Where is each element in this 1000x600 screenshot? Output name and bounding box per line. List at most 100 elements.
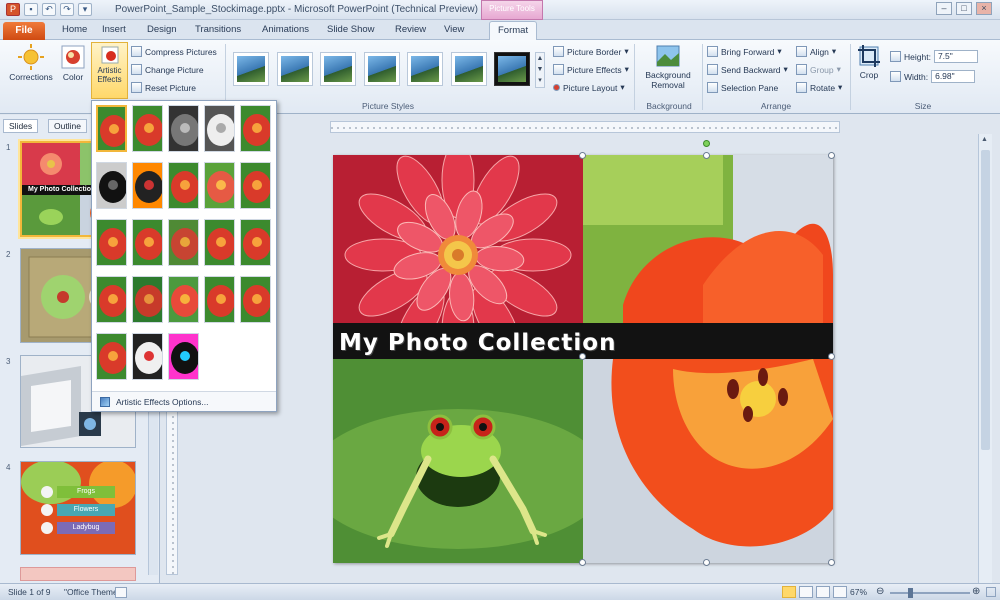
- editor-scrollbar[interactable]: ▲: [978, 134, 992, 583]
- resize-handle[interactable]: [579, 353, 586, 360]
- artistic-effect-thumbnail[interactable]: [168, 333, 199, 380]
- lily-photo-bottom[interactable]: [583, 359, 833, 563]
- reading-view-icon[interactable]: [816, 586, 830, 598]
- bring-forward-button[interactable]: Bring Forward ▾: [707, 46, 782, 57]
- scroll-thumb[interactable]: [981, 150, 990, 450]
- redo-icon[interactable]: ↷: [60, 3, 74, 16]
- undo-icon[interactable]: ↶: [42, 3, 56, 16]
- artistic-effect-thumbnail[interactable]: [240, 276, 271, 323]
- compress-pictures-button[interactable]: Compress Pictures: [131, 46, 217, 57]
- resize-handle[interactable]: [828, 152, 835, 159]
- artistic-effect-thumbnail[interactable]: [96, 219, 127, 266]
- artistic-effect-thumbnail[interactable]: [96, 333, 127, 380]
- minimize-button[interactable]: –: [936, 2, 952, 15]
- artistic-effect-thumbnail[interactable]: [96, 276, 127, 323]
- outline-tab[interactable]: Outline: [48, 119, 87, 133]
- artistic-effect-thumbnail[interactable]: [168, 162, 199, 209]
- artistic-effect-thumbnail[interactable]: [204, 276, 235, 323]
- artistic-effect-thumbnail[interactable]: [96, 162, 127, 209]
- align-button[interactable]: Align ▾: [796, 46, 836, 57]
- tab-design[interactable]: Design: [147, 24, 177, 35]
- artistic-effect-thumbnail[interactable]: [168, 219, 199, 266]
- picture-style-7[interactable]: [494, 52, 530, 86]
- normal-view-icon[interactable]: [782, 586, 796, 598]
- picture-layout-button[interactable]: Picture Layout ▾: [553, 82, 625, 93]
- artistic-effect-thumbnail[interactable]: [132, 219, 163, 266]
- width-input[interactable]: 6.98": [931, 70, 976, 83]
- tab-transitions[interactable]: Transitions: [195, 24, 241, 35]
- slide-thumbnail-5[interactable]: [20, 567, 136, 581]
- background-removal-button[interactable]: Background Removal: [639, 44, 697, 90]
- zoom-slider-thumb[interactable]: [908, 588, 913, 598]
- height-input[interactable]: 7.5": [933, 50, 978, 63]
- corrections-button[interactable]: Corrections: [6, 44, 56, 82]
- maximize-button[interactable]: □: [956, 2, 972, 15]
- resize-handle[interactable]: [703, 559, 710, 566]
- artistic-effect-thumbnail[interactable]: [168, 105, 199, 152]
- tab-home[interactable]: Home: [62, 24, 87, 35]
- artistic-effect-thumbnail[interactable]: [204, 105, 235, 152]
- tab-view[interactable]: View: [444, 24, 464, 35]
- artistic-effect-thumbnail[interactable]: [132, 105, 163, 152]
- app-icon[interactable]: P: [6, 3, 20, 16]
- styles-gallery-scroll[interactable]: ▲ ▼ ▾: [535, 52, 545, 88]
- picture-style-5[interactable]: [407, 52, 443, 86]
- resize-handle[interactable]: [828, 559, 835, 566]
- resize-handle[interactable]: [703, 152, 710, 159]
- spelling-icon[interactable]: [115, 587, 127, 598]
- resize-handle[interactable]: [828, 353, 835, 360]
- scroll-up-icon[interactable]: ▲: [981, 136, 990, 145]
- resize-handle[interactable]: [579, 559, 586, 566]
- artistic-effect-thumbnail[interactable]: [132, 276, 163, 323]
- tab-format[interactable]: Format: [489, 21, 538, 40]
- picture-border-button[interactable]: Picture Border ▾: [553, 46, 629, 57]
- artistic-effect-thumbnail[interactable]: [240, 219, 271, 266]
- rotate-button[interactable]: Rotate ▾: [796, 82, 842, 93]
- picture-style-3[interactable]: [320, 52, 356, 86]
- artistic-effect-thumbnail[interactable]: [204, 219, 235, 266]
- close-button[interactable]: ×: [976, 2, 992, 15]
- picture-effects-button[interactable]: Picture Effects ▾: [553, 64, 629, 75]
- slideshow-icon[interactable]: [833, 586, 847, 598]
- selection-pane-button[interactable]: Selection Pane: [707, 82, 778, 93]
- tab-review[interactable]: Review: [395, 24, 426, 35]
- artistic-effect-thumbnail[interactable]: [240, 105, 271, 152]
- color-button[interactable]: Color: [58, 44, 88, 82]
- save-icon[interactable]: ▪: [24, 3, 38, 16]
- width-label: Width:: [904, 71, 929, 82]
- slide-sorter-icon[interactable]: [799, 586, 813, 598]
- artistic-effects-button[interactable]: Artistic Effects: [91, 42, 128, 99]
- zoom-slider[interactable]: [890, 588, 970, 598]
- group-button[interactable]: Group ▾: [796, 64, 841, 75]
- tab-file[interactable]: File: [3, 22, 45, 40]
- artistic-effects-options[interactable]: Artistic Effects Options...: [92, 391, 276, 411]
- zoom-level[interactable]: 67%: [850, 587, 867, 597]
- tab-animations[interactable]: Animations: [262, 24, 309, 35]
- slides-tab[interactable]: Slides: [3, 119, 39, 133]
- tab-insert[interactable]: Insert: [102, 24, 126, 35]
- artistic-effect-thumbnail[interactable]: [168, 276, 199, 323]
- resize-handle[interactable]: [579, 152, 586, 159]
- slide-thumbnail-4[interactable]: Frogs Flowers Ladybug: [20, 461, 136, 555]
- picture-style-2[interactable]: [277, 52, 313, 86]
- zoom-in-icon[interactable]: ⊕: [972, 586, 980, 597]
- artistic-effect-thumbnail[interactable]: [96, 105, 127, 152]
- tab-slide-show[interactable]: Slide Show: [327, 24, 375, 35]
- customize-icon[interactable]: ▾: [78, 3, 92, 16]
- picture-style-1[interactable]: [233, 52, 269, 86]
- artistic-effect-thumbnail[interactable]: [204, 162, 235, 209]
- rotate-handle[interactable]: [703, 140, 710, 147]
- change-picture-button[interactable]: Change Picture: [131, 64, 204, 75]
- crop-button[interactable]: Crop: [854, 44, 884, 80]
- frog-photo[interactable]: [333, 359, 583, 563]
- picture-style-4[interactable]: [364, 52, 400, 86]
- artistic-effect-thumbnail[interactable]: [240, 162, 271, 209]
- picture-style-6[interactable]: [451, 52, 487, 86]
- fit-to-window-icon[interactable]: [986, 587, 996, 597]
- artistic-effect-thumbnail[interactable]: [132, 333, 163, 380]
- zoom-out-icon[interactable]: ⊖: [876, 586, 884, 597]
- slide-title[interactable]: My Photo Collection: [339, 330, 616, 356]
- artistic-effect-thumbnail[interactable]: [132, 162, 163, 209]
- send-backward-button[interactable]: Send Backward ▾: [707, 64, 788, 75]
- reset-picture-button[interactable]: Reset Picture: [131, 82, 196, 93]
